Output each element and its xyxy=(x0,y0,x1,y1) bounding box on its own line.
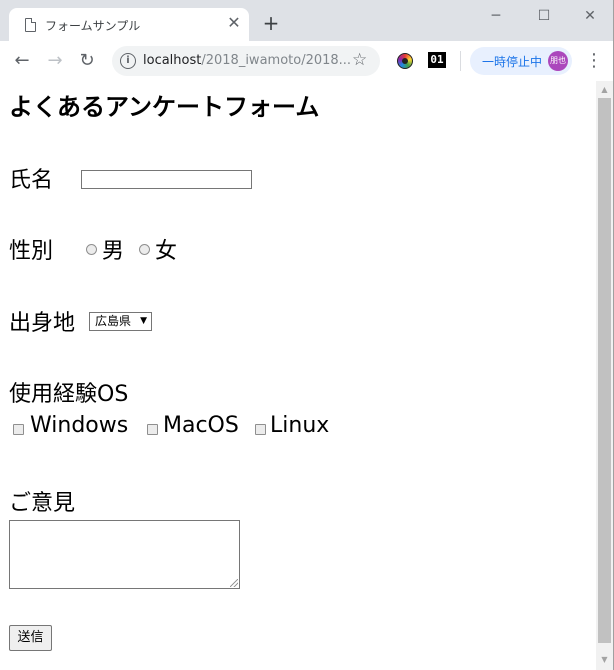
profile-paused-button[interactable]: 一時停止中 朋也 xyxy=(470,47,572,75)
os-label: 使用経験OS xyxy=(9,382,129,407)
name-label: 氏名 xyxy=(9,168,54,193)
url-path: /2018_iwamoto/2018... xyxy=(201,53,352,68)
document-icon xyxy=(25,18,36,32)
origin-select[interactable]: 広島県 ▼ xyxy=(89,312,152,331)
page-title: よくあるアンケートフォーム xyxy=(9,93,320,121)
toolbar-divider xyxy=(460,51,461,71)
bookmark-star-icon[interactable]: ☆ xyxy=(352,50,367,70)
scroll-down-icon[interactable]: ▼ xyxy=(596,653,613,667)
os-macos-checkbox[interactable] xyxy=(147,424,158,435)
name-input[interactable] xyxy=(81,170,252,189)
tab-strip: フォームサンプル ✕ + ─ ☐ ✕ xyxy=(0,0,614,41)
gender-male-label: 男 xyxy=(102,239,125,264)
browser-tab[interactable]: フォームサンプル ✕ xyxy=(9,8,249,41)
gender-male-radio[interactable] xyxy=(86,244,97,255)
opinion-textarea[interactable] xyxy=(9,520,240,589)
forward-icon[interactable]: → xyxy=(43,49,67,73)
color-extension-icon[interactable] xyxy=(397,53,413,69)
reload-icon[interactable]: ↻ xyxy=(75,49,99,73)
close-window-icon[interactable]: ✕ xyxy=(580,6,600,26)
os-macos-label: MacOS xyxy=(163,413,239,438)
address-bar[interactable]: i localhost/2018_iwamoto/2018... ☆ xyxy=(112,46,380,76)
url-host: localhost xyxy=(143,53,202,68)
origin-label: 出身地 xyxy=(9,311,76,336)
url-text[interactable]: localhost/2018_iwamoto/2018... xyxy=(143,53,351,68)
resize-grip-icon[interactable] xyxy=(230,579,238,587)
gender-female-label: 女 xyxy=(155,239,178,264)
gender-female-radio[interactable] xyxy=(139,244,150,255)
avatar: 朋也 xyxy=(548,51,568,71)
maximize-icon[interactable]: ☐ xyxy=(534,6,554,26)
os-windows-checkbox[interactable] xyxy=(13,424,24,435)
menu-kebab-icon[interactable]: ⋮ xyxy=(585,51,603,71)
gender-label: 性別 xyxy=(9,239,54,264)
page-viewport: よくあるアンケートフォーム 氏名 性別 男 女 出身地 広島県 ▼ 使用経験OS… xyxy=(0,81,596,670)
opinion-label: ご意見 xyxy=(9,491,76,516)
back-icon[interactable]: ← xyxy=(10,49,34,73)
origin-selected-value: 広島県 xyxy=(95,314,132,328)
scroll-thumb[interactable] xyxy=(598,98,611,643)
new-tab-button[interactable]: + xyxy=(261,13,281,33)
minimize-icon[interactable]: ─ xyxy=(486,6,506,26)
paused-label: 一時停止中 xyxy=(482,55,543,69)
extension-01-icon[interactable]: 01 xyxy=(428,52,446,68)
tab-title: フォームサンプル xyxy=(45,19,141,33)
info-icon[interactable]: i xyxy=(120,53,136,69)
submit-button[interactable]: 送信 xyxy=(9,625,52,651)
scrollbar[interactable]: ▲ ▼ xyxy=(596,81,613,670)
close-tab-icon[interactable]: ✕ xyxy=(226,13,242,33)
os-linux-checkbox[interactable] xyxy=(255,424,266,435)
os-windows-label: Windows xyxy=(30,413,129,438)
scroll-up-icon[interactable]: ▲ xyxy=(596,83,613,97)
chevron-down-icon: ▼ xyxy=(140,316,147,326)
os-linux-label: Linux xyxy=(270,413,330,438)
